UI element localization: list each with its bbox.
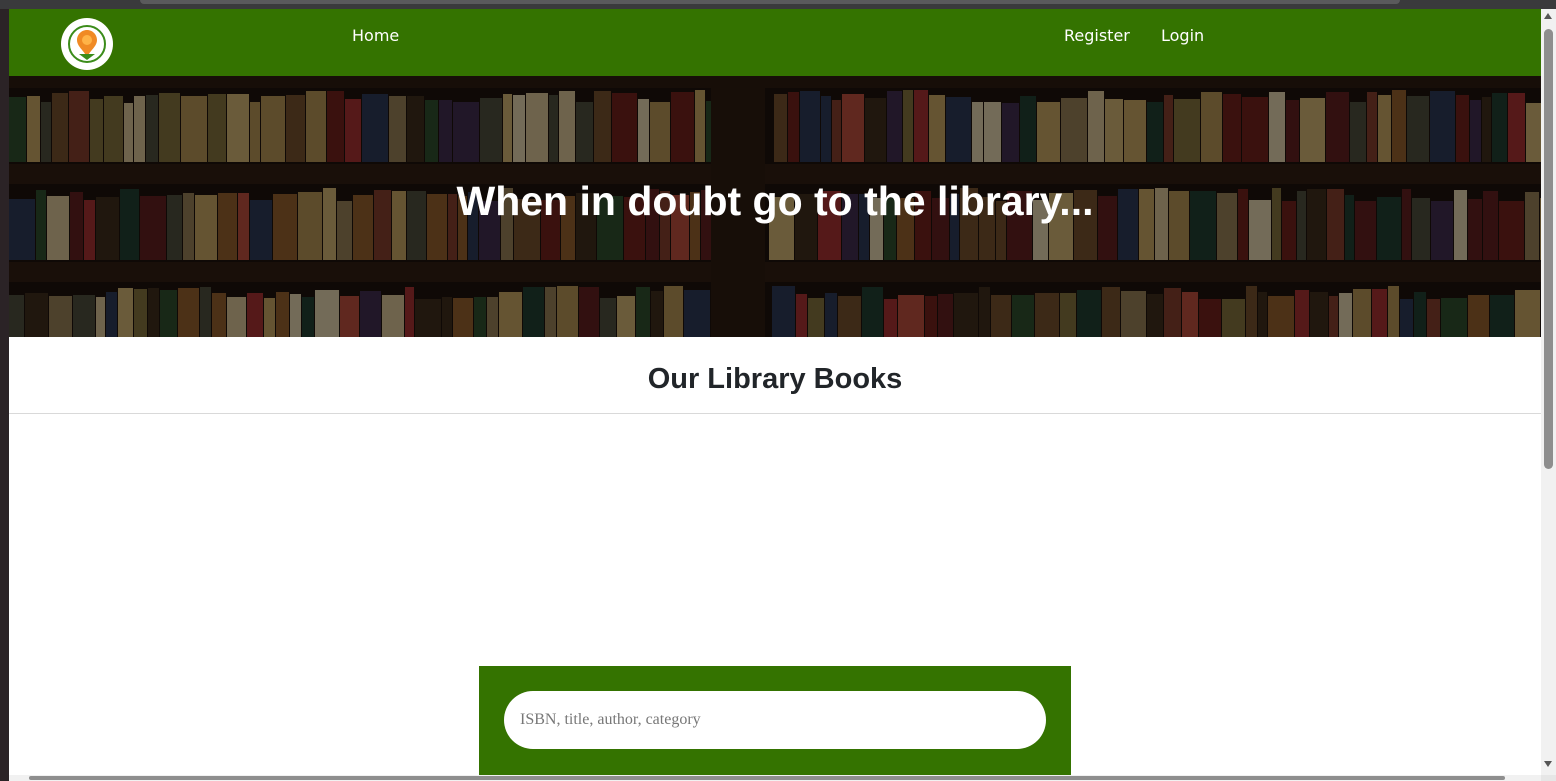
nav-home-link[interactable]: Home bbox=[352, 26, 399, 46]
section-divider bbox=[9, 413, 1541, 414]
navbar: Home Register Login bbox=[9, 9, 1541, 76]
vertical-scrollbar[interactable] bbox=[1541, 9, 1556, 775]
scroll-up-arrow-icon[interactable] bbox=[1544, 13, 1552, 19]
nav-login-link[interactable]: Login bbox=[1161, 26, 1204, 46]
hero-title: When in doubt go to the library... bbox=[456, 178, 1094, 224]
search-input[interactable] bbox=[504, 691, 1046, 749]
library-logo-icon bbox=[68, 25, 106, 63]
hero-banner: When in doubt go to the library... bbox=[9, 76, 1541, 337]
horizontal-scroll-thumb[interactable] bbox=[29, 776, 1505, 780]
scrollbar-corner bbox=[1541, 775, 1556, 781]
nav-register-link[interactable]: Register bbox=[1064, 26, 1130, 46]
section-title: Our Library Books bbox=[647, 363, 903, 395]
browser-top-strip bbox=[0, 0, 1556, 9]
browser-tab-edge bbox=[140, 0, 1400, 4]
scroll-down-arrow-icon[interactable] bbox=[1544, 761, 1552, 767]
horizontal-scrollbar[interactable] bbox=[9, 775, 1541, 781]
site-logo[interactable] bbox=[61, 18, 113, 70]
vertical-scroll-thumb[interactable] bbox=[1544, 29, 1553, 469]
page-viewport: Home Register Login When in doubt go to … bbox=[9, 9, 1541, 775]
search-panel bbox=[479, 666, 1071, 775]
